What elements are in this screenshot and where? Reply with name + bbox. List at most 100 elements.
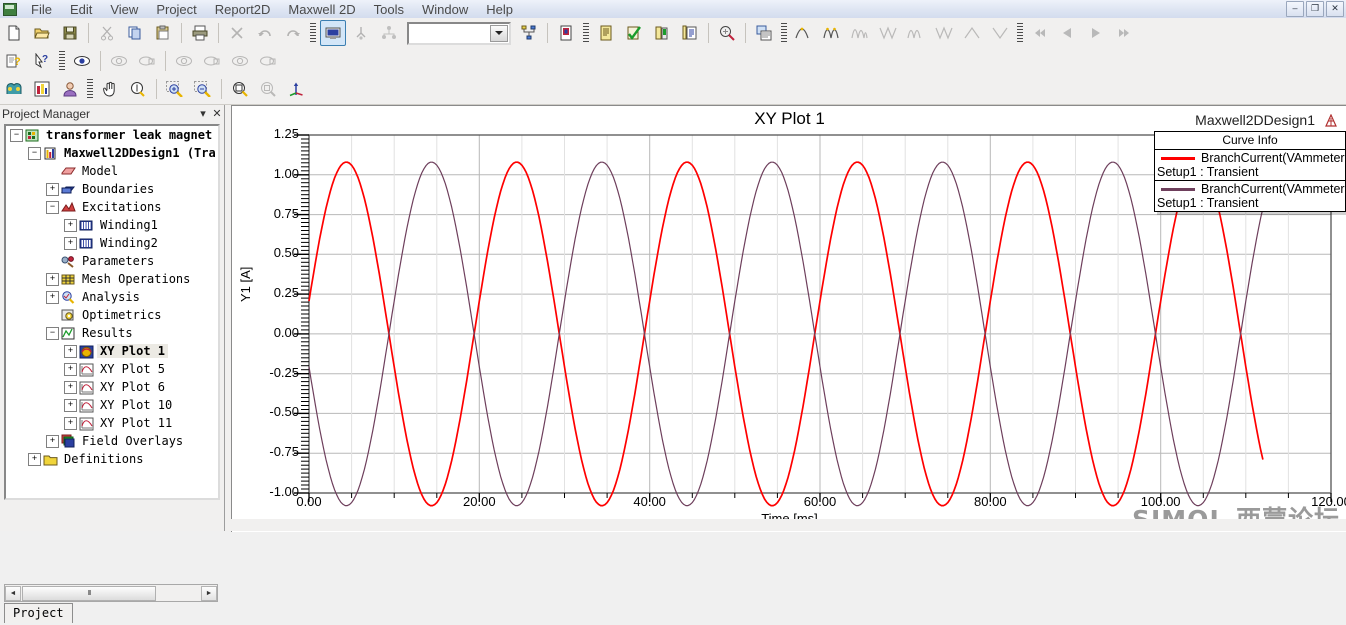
measure-button[interactable] xyxy=(714,20,740,46)
redo-button[interactable] xyxy=(280,20,306,46)
toolbar-grip[interactable] xyxy=(310,23,316,43)
delete-button[interactable] xyxy=(224,20,250,46)
tree-item-field-overlays[interactable]: + Field Overlays xyxy=(6,432,218,450)
show-objects-button[interactable] xyxy=(199,48,225,74)
hide-objects-button[interactable] xyxy=(255,48,281,74)
tree-item-results[interactable]: − Results xyxy=(6,324,218,342)
expand-icon[interactable]: + xyxy=(64,218,77,232)
copy-image-button[interactable] xyxy=(751,20,777,46)
close-icon[interactable]: ✕ xyxy=(210,107,224,120)
tree-item-xy-plot-10[interactable]: + XY Plot 10 xyxy=(6,396,218,414)
legend-entry[interactable]: BranchCurrent(VAmmeter11) Setup1 : Trans… xyxy=(1155,180,1346,211)
first-frame-button[interactable] xyxy=(1027,20,1053,46)
material-library-button[interactable] xyxy=(553,20,579,46)
toolbar-grip[interactable] xyxy=(59,51,65,71)
tree-item-winding2[interactable]: + Winding2 xyxy=(6,234,218,252)
menu-item-window[interactable]: Window xyxy=(413,1,477,18)
menu-item-edit[interactable]: Edit xyxy=(61,1,101,18)
legend-entry[interactable]: BranchCurrent(VAmmeter10) Setup1 : Trans… xyxy=(1155,150,1346,180)
tree-item-xy-plot-11[interactable]: + XY Plot 11 xyxy=(6,414,218,432)
expand-icon[interactable]: + xyxy=(64,398,77,412)
menu-item-help[interactable]: Help xyxy=(477,1,522,18)
menu-item-project[interactable]: Project xyxy=(147,1,205,18)
expand-icon[interactable]: + xyxy=(64,362,77,376)
open-folder-button[interactable] xyxy=(29,20,55,46)
copy-button[interactable] xyxy=(122,20,148,46)
output-variable-button[interactable] xyxy=(677,20,703,46)
expand-icon[interactable]: + xyxy=(64,236,77,250)
sinus-button[interactable] xyxy=(791,20,817,46)
zoom-in-button[interactable] xyxy=(162,76,188,102)
report-button[interactable] xyxy=(593,20,619,46)
minimize-button[interactable]: – xyxy=(1286,1,1304,17)
network-button[interactable] xyxy=(516,20,542,46)
zoom-out-button[interactable] xyxy=(190,76,216,102)
project-tree[interactable]: − transformer leak magnet − Maxwell2DDesign… xyxy=(4,124,220,500)
print-button[interactable] xyxy=(187,20,213,46)
material-button[interactable] xyxy=(1,76,27,102)
tree-item-transformer-leak-magnet[interactable]: − transformer leak magnet xyxy=(6,126,218,144)
curve-info-legend[interactable]: Curve Info BranchCurrent(VAmmeter10) Set… xyxy=(1154,131,1346,212)
user-button[interactable] xyxy=(57,76,83,102)
solution-combo[interactable] xyxy=(407,21,511,45)
tree-item-boundaries[interactable]: + Boundaries xyxy=(6,180,218,198)
tree-item-xy-plot-5[interactable]: + XY Plot 5 xyxy=(6,360,218,378)
tree-item-model[interactable]: Model xyxy=(6,162,218,180)
menu-item-maxwell-2d[interactable]: Maxwell 2D xyxy=(279,1,364,18)
peak-button[interactable] xyxy=(959,20,985,46)
validate-button[interactable] xyxy=(348,20,374,46)
play-button[interactable] xyxy=(1083,20,1109,46)
analyze-all-button[interactable] xyxy=(376,20,402,46)
double-sinus-button[interactable] xyxy=(819,20,845,46)
expand-icon[interactable]: + xyxy=(28,452,41,466)
scrollbar-thumb[interactable]: III xyxy=(22,585,156,601)
collapse-icon[interactable]: − xyxy=(10,128,23,142)
chevron-down-icon[interactable]: ▾ xyxy=(196,107,210,120)
expand-icon[interactable]: + xyxy=(46,272,59,286)
tree-item-analysis[interactable]: + Analysis xyxy=(6,288,218,306)
undo-button[interactable] xyxy=(252,20,278,46)
toolbar-grip[interactable] xyxy=(583,23,589,43)
tree-item-xy-plot-6[interactable]: + XY Plot 6 xyxy=(6,378,218,396)
menu-item-report2d[interactable]: Report2D xyxy=(206,1,280,18)
collapse-icon[interactable]: − xyxy=(46,200,59,214)
hide-all-button[interactable] xyxy=(227,48,253,74)
tree-item-winding1[interactable]: + Winding1 xyxy=(6,216,218,234)
pulse-train-button[interactable] xyxy=(931,20,957,46)
expand-icon[interactable]: + xyxy=(64,380,77,394)
collapse-icon[interactable]: − xyxy=(46,326,59,340)
show-all-button[interactable] xyxy=(69,48,95,74)
orientation-axes-button[interactable] xyxy=(283,76,309,102)
color-chart-button[interactable] xyxy=(29,76,55,102)
last-frame-button[interactable] xyxy=(1111,20,1137,46)
toolbar-grip[interactable] xyxy=(1017,23,1023,43)
scroll-right-arrow[interactable]: ► xyxy=(201,585,217,601)
tree-item-parameters[interactable]: Parameters xyxy=(6,252,218,270)
expand-icon[interactable]: + xyxy=(46,434,59,448)
chevron-down-icon[interactable] xyxy=(490,24,508,42)
tree-item-mesh-operations[interactable]: + Mesh Operations xyxy=(6,270,218,288)
paste-button[interactable] xyxy=(150,20,176,46)
menu-item-tools[interactable]: Tools xyxy=(365,1,413,18)
expand-icon[interactable]: + xyxy=(64,344,77,358)
fit-selection-button[interactable] xyxy=(255,76,281,102)
damped-sine-button[interactable] xyxy=(847,20,873,46)
rotate-button[interactable] xyxy=(125,76,151,102)
expand-icon[interactable]: + xyxy=(64,416,77,430)
tree-item-excitations[interactable]: − Excitations xyxy=(6,198,218,216)
scroll-left-arrow[interactable]: ◄ xyxy=(5,585,21,601)
new-document-button[interactable] xyxy=(1,20,27,46)
tree-item-maxwell2ddesign1-tra[interactable]: − Maxwell2DDesign1 (Tra xyxy=(6,144,218,162)
toolbar-grip[interactable] xyxy=(87,79,93,99)
tree-item-xy-plot-1[interactable]: + XY Plot 1 xyxy=(6,342,218,360)
square-wave-button[interactable] xyxy=(875,20,901,46)
restore-button[interactable]: ❐ xyxy=(1306,1,1324,17)
fit-all-button[interactable] xyxy=(227,76,253,102)
solution-data-button[interactable] xyxy=(649,20,675,46)
menu-item-file[interactable]: File xyxy=(22,1,61,18)
prev-frame-button[interactable] xyxy=(1055,20,1081,46)
modulated-button[interactable] xyxy=(903,20,929,46)
pan-button[interactable] xyxy=(97,76,123,102)
valley-button[interactable] xyxy=(987,20,1013,46)
collapse-icon[interactable]: − xyxy=(28,146,41,160)
